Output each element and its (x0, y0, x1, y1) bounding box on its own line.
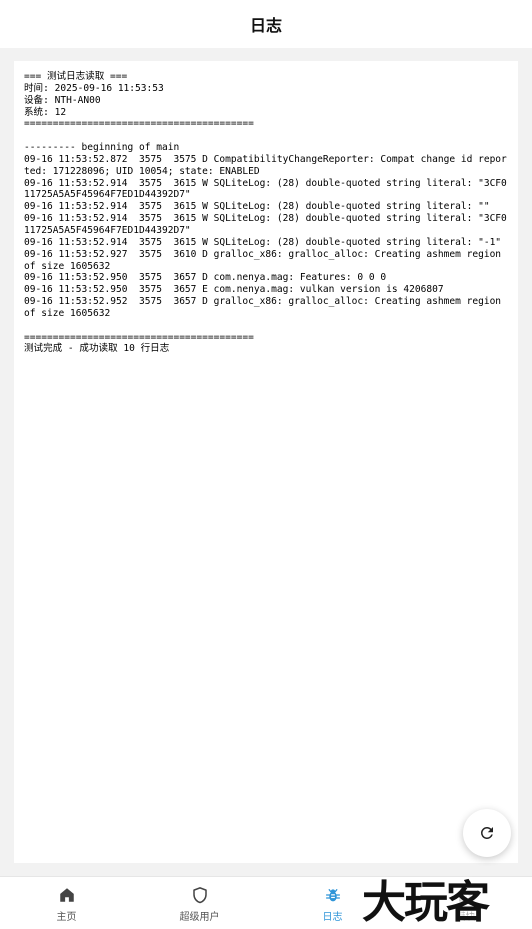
log-line: 09-16 11:53:52.914 3575 3615 W SQLiteLog… (24, 177, 507, 201)
log-line: === 测试日志读取 === (24, 71, 128, 82)
refresh-button[interactable] (463, 809, 511, 857)
log-line: 时间: 2025-09-16 11:53:53 (24, 82, 164, 94)
log-line: ======================================== (24, 118, 254, 130)
page-title: 日志 (249, 16, 282, 35)
log-text: === 测试日志读取 === 时间: 2025-09-16 11:53:53 设… (24, 71, 510, 355)
log-line: --------- beginning of main (24, 142, 180, 154)
bug-icon (323, 885, 343, 905)
log-line: 09-16 11:53:52.927 3575 3610 D gralloc_x… (24, 248, 507, 272)
bottom-navigation: 主页 超级用户 日志 模块 (0, 876, 532, 929)
log-line: 09-16 11:53:52.914 3575 3615 W SQLiteLog… (24, 201, 490, 213)
puzzle-icon (456, 885, 476, 905)
log-line: 09-16 11:53:52.914 3575 3615 W SQLiteLog… (24, 236, 502, 248)
log-line: 09-16 11:53:52.952 3575 3657 D gralloc_x… (24, 296, 507, 319)
log-line: 09-16 11:53:52.914 3575 3615 W SQLiteLog… (24, 213, 507, 236)
log-line: 测试完成 - 成功读取 10 行日志 (24, 343, 170, 355)
top-app-bar: 日志 (0, 0, 532, 48)
nav-item-label: 超级用户 (179, 911, 220, 923)
nav-item-label: 主页 (56, 911, 77, 923)
app-root: 日志 === 测试日志读取 === 时间: 2025-09-16 11:53:5… (0, 0, 532, 929)
nav-item-label: 模块 (455, 911, 476, 923)
nav-item-modules[interactable]: 模块 (399, 877, 532, 929)
nav-item-superuser[interactable]: 超级用户 (133, 877, 266, 929)
log-line: 设备: NTH-AN00 (24, 94, 101, 106)
log-line: 09-16 11:53:52.950 3575 3657 E com.nenya… (24, 284, 444, 296)
nav-item-home[interactable]: 主页 (0, 877, 133, 929)
log-output-panel[interactable]: === 测试日志读取 === 时间: 2025-09-16 11:53:53 设… (14, 61, 518, 863)
log-line: 09-16 11:53:52.950 3575 3657 D com.nenya… (24, 272, 387, 284)
home-icon (57, 885, 77, 905)
refresh-icon (478, 824, 496, 842)
log-line: ======================================== (24, 331, 254, 343)
log-line: 系统: 12 (24, 106, 67, 118)
nav-item-logs[interactable]: 日志 (266, 877, 399, 929)
log-line: 09-16 11:53:52.872 3575 3575 D Compatibi… (24, 153, 507, 177)
shield-icon (190, 885, 210, 905)
nav-item-label: 日志 (322, 911, 343, 923)
